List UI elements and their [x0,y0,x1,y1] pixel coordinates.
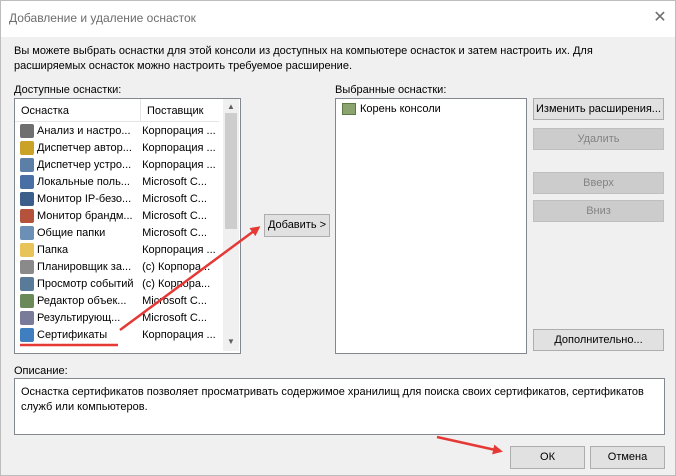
arrow-to-ok-annotation [436,435,503,455]
arrow-to-add-annotation [119,226,261,332]
annotation-overlay [20,226,503,455]
